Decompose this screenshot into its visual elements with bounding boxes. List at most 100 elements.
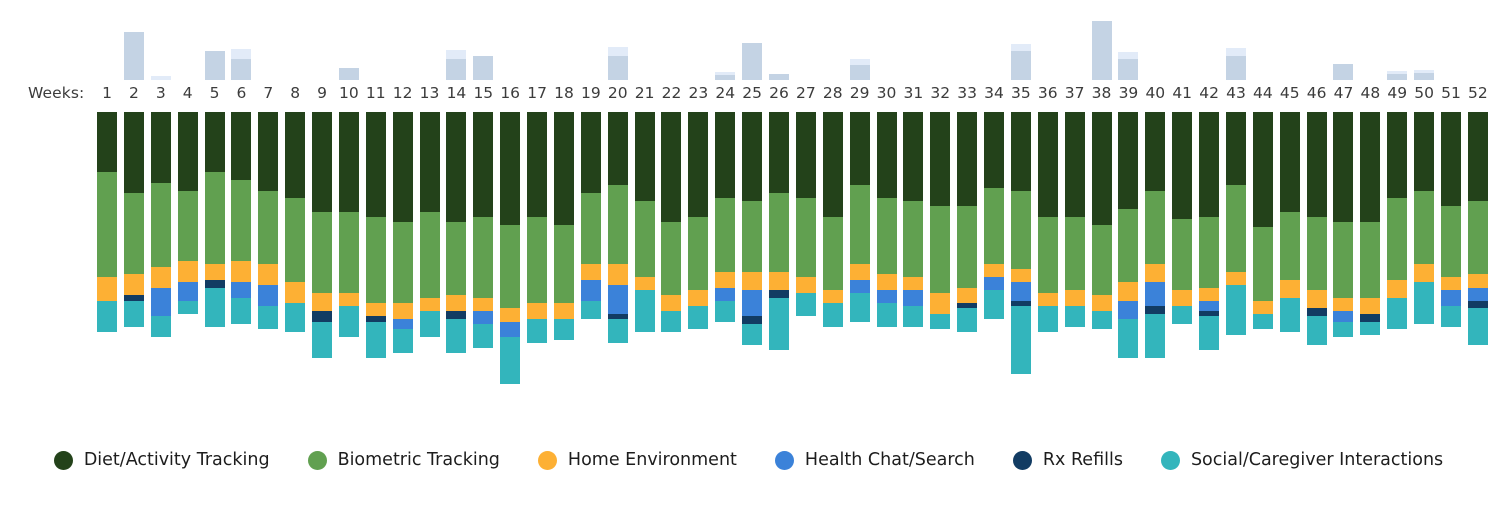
- bar-segment-home-environment: [1279, 279, 1300, 298]
- bar-week-35[interactable]: [1010, 112, 1031, 374]
- bar-week-4[interactable]: [177, 112, 198, 314]
- bar-week-32[interactable]: [930, 112, 951, 330]
- bar-week-7[interactable]: [258, 112, 279, 330]
- bar-segment-social-caregiver-interactions: [392, 329, 413, 354]
- bar-week-25[interactable]: [742, 112, 763, 346]
- bar-week-52[interactable]: [1467, 112, 1488, 346]
- bar-week-9[interactable]: [312, 112, 333, 359]
- bar-week-34[interactable]: [984, 112, 1005, 319]
- bar-segment-home-environment: [1118, 282, 1139, 301]
- bar-week-28[interactable]: [822, 112, 843, 327]
- bar-week-27[interactable]: [795, 112, 816, 317]
- bar-segment-biometric-tracking: [903, 201, 924, 278]
- overlay-bar-week-5: [204, 51, 225, 80]
- bar-week-29[interactable]: [849, 112, 870, 322]
- bar-week-49[interactable]: [1387, 112, 1408, 330]
- bar-segment-home-environment: [822, 290, 843, 304]
- bar-week-40[interactable]: [1145, 112, 1166, 359]
- bar-week-36[interactable]: [1037, 112, 1058, 333]
- bar-week-47[interactable]: [1333, 112, 1354, 338]
- overlay-bar-week-29: [849, 58, 870, 80]
- bar-week-43[interactable]: [1225, 112, 1246, 335]
- bar-segment-biometric-tracking: [634, 201, 655, 278]
- overlay-segment-overlay-lower: [446, 58, 467, 80]
- bar-week-46[interactable]: [1306, 112, 1327, 346]
- bar-segment-biometric-tracking: [285, 198, 306, 283]
- legend-item-biometric-tracking[interactable]: Biometric Tracking: [307, 450, 500, 470]
- bar-week-26[interactable]: [769, 112, 789, 351]
- bar-week-13[interactable]: [419, 112, 440, 338]
- bar-week-48[interactable]: [1360, 112, 1381, 335]
- bar-week-17[interactable]: [527, 112, 548, 343]
- bar-segment-home-environment: [392, 303, 413, 319]
- bar-week-31[interactable]: [903, 112, 924, 327]
- bar-week-37[interactable]: [1064, 112, 1085, 327]
- bar-week-1[interactable]: [97, 112, 117, 333]
- bar-week-21[interactable]: [634, 112, 655, 333]
- bar-segment-rx-refills: [1467, 300, 1488, 309]
- bar-week-23[interactable]: [688, 112, 709, 330]
- legend-label: Home Environment: [567, 450, 737, 470]
- bar-segment-biometric-tracking: [1037, 216, 1058, 293]
- bar-week-10[interactable]: [338, 112, 359, 338]
- bar-week-15[interactable]: [473, 112, 494, 348]
- legend-item-rx-refills[interactable]: Rx Refills: [1012, 450, 1123, 470]
- bar-segment-biometric-tracking: [742, 201, 763, 272]
- bar-segment-biometric-tracking: [258, 190, 279, 264]
- bar-segment-rx-refills: [769, 290, 789, 298]
- overlay-bar-week-6: [231, 49, 252, 80]
- bar-week-18[interactable]: [553, 112, 574, 340]
- bar-week-45[interactable]: [1279, 112, 1300, 333]
- bar-week-2[interactable]: [123, 112, 144, 327]
- bar-week-30[interactable]: [876, 112, 897, 327]
- legend-swatch-icon: [307, 450, 327, 470]
- bar-segment-diet-activity-tracking: [1118, 112, 1139, 209]
- bar-week-44[interactable]: [1252, 112, 1273, 330]
- axis-title: Weeks:: [28, 84, 85, 102]
- bar-week-5[interactable]: [204, 112, 225, 327]
- bar-segment-social-caregiver-interactions: [1172, 305, 1193, 325]
- bar-segment-health-chat-search: [1467, 287, 1488, 301]
- bar-segment-social-caregiver-interactions: [500, 337, 521, 385]
- bar-segment-diet-activity-tracking: [97, 112, 117, 173]
- bar-week-42[interactable]: [1199, 112, 1220, 351]
- bar-week-38[interactable]: [1091, 112, 1112, 330]
- bar-segment-health-chat-search: [231, 282, 252, 298]
- bar-week-6[interactable]: [231, 112, 252, 325]
- bar-week-3[interactable]: [150, 112, 171, 338]
- legend-swatch-icon: [1012, 450, 1032, 470]
- bar-week-50[interactable]: [1414, 112, 1435, 325]
- bar-week-22[interactable]: [661, 112, 682, 333]
- legend-swatch-icon: [53, 450, 73, 470]
- legend-item-home-environment[interactable]: Home Environment: [537, 450, 737, 470]
- bar-week-16[interactable]: [500, 112, 521, 385]
- bar-segment-health-chat-search: [903, 290, 924, 306]
- legend-item-diet-activity-tracking[interactable]: Diet/Activity Tracking: [53, 450, 270, 470]
- bar-week-19[interactable]: [580, 112, 601, 319]
- week-axis: Weeks: 1 2 3 4 5 6 7 8 9 10 11 12 13 14 15 16 17 18 19 20 21…: [0, 80, 1497, 108]
- bar-week-20[interactable]: [607, 112, 628, 343]
- bar-week-33[interactable]: [957, 112, 978, 333]
- legend-item-health-chat-search[interactable]: Health Chat/Search: [774, 450, 975, 470]
- bar-week-12[interactable]: [392, 112, 413, 354]
- bar-week-39[interactable]: [1118, 112, 1139, 359]
- bar-segment-social-caregiver-interactions: [527, 318, 548, 343]
- legend-label: Health Chat/Search: [804, 450, 975, 470]
- bar-segment-diet-activity-tracking: [365, 112, 386, 217]
- bar-segment-social-caregiver-interactions: [795, 292, 816, 317]
- bar-segment-diet-activity-tracking: [500, 112, 521, 225]
- bar-week-51[interactable]: [1441, 112, 1461, 327]
- legend-swatch-icon: [774, 450, 794, 470]
- bar-week-11[interactable]: [365, 112, 386, 359]
- bar-segment-biometric-tracking: [473, 216, 494, 299]
- bar-segment-diet-activity-tracking: [1225, 112, 1246, 186]
- bar-week-8[interactable]: [285, 112, 306, 333]
- legend-item-social-caregiver-interactions[interactable]: Social/Caregiver Interactions: [1160, 450, 1443, 470]
- bar-week-14[interactable]: [446, 112, 467, 354]
- bar-segment-health-chat-search: [500, 321, 521, 338]
- bar-week-41[interactable]: [1172, 112, 1193, 325]
- overlay-bar-week-50: [1414, 69, 1435, 80]
- bar-segment-home-environment: [1414, 263, 1435, 283]
- bar-segment-social-caregiver-interactions: [1064, 305, 1085, 327]
- bar-week-24[interactable]: [715, 112, 736, 322]
